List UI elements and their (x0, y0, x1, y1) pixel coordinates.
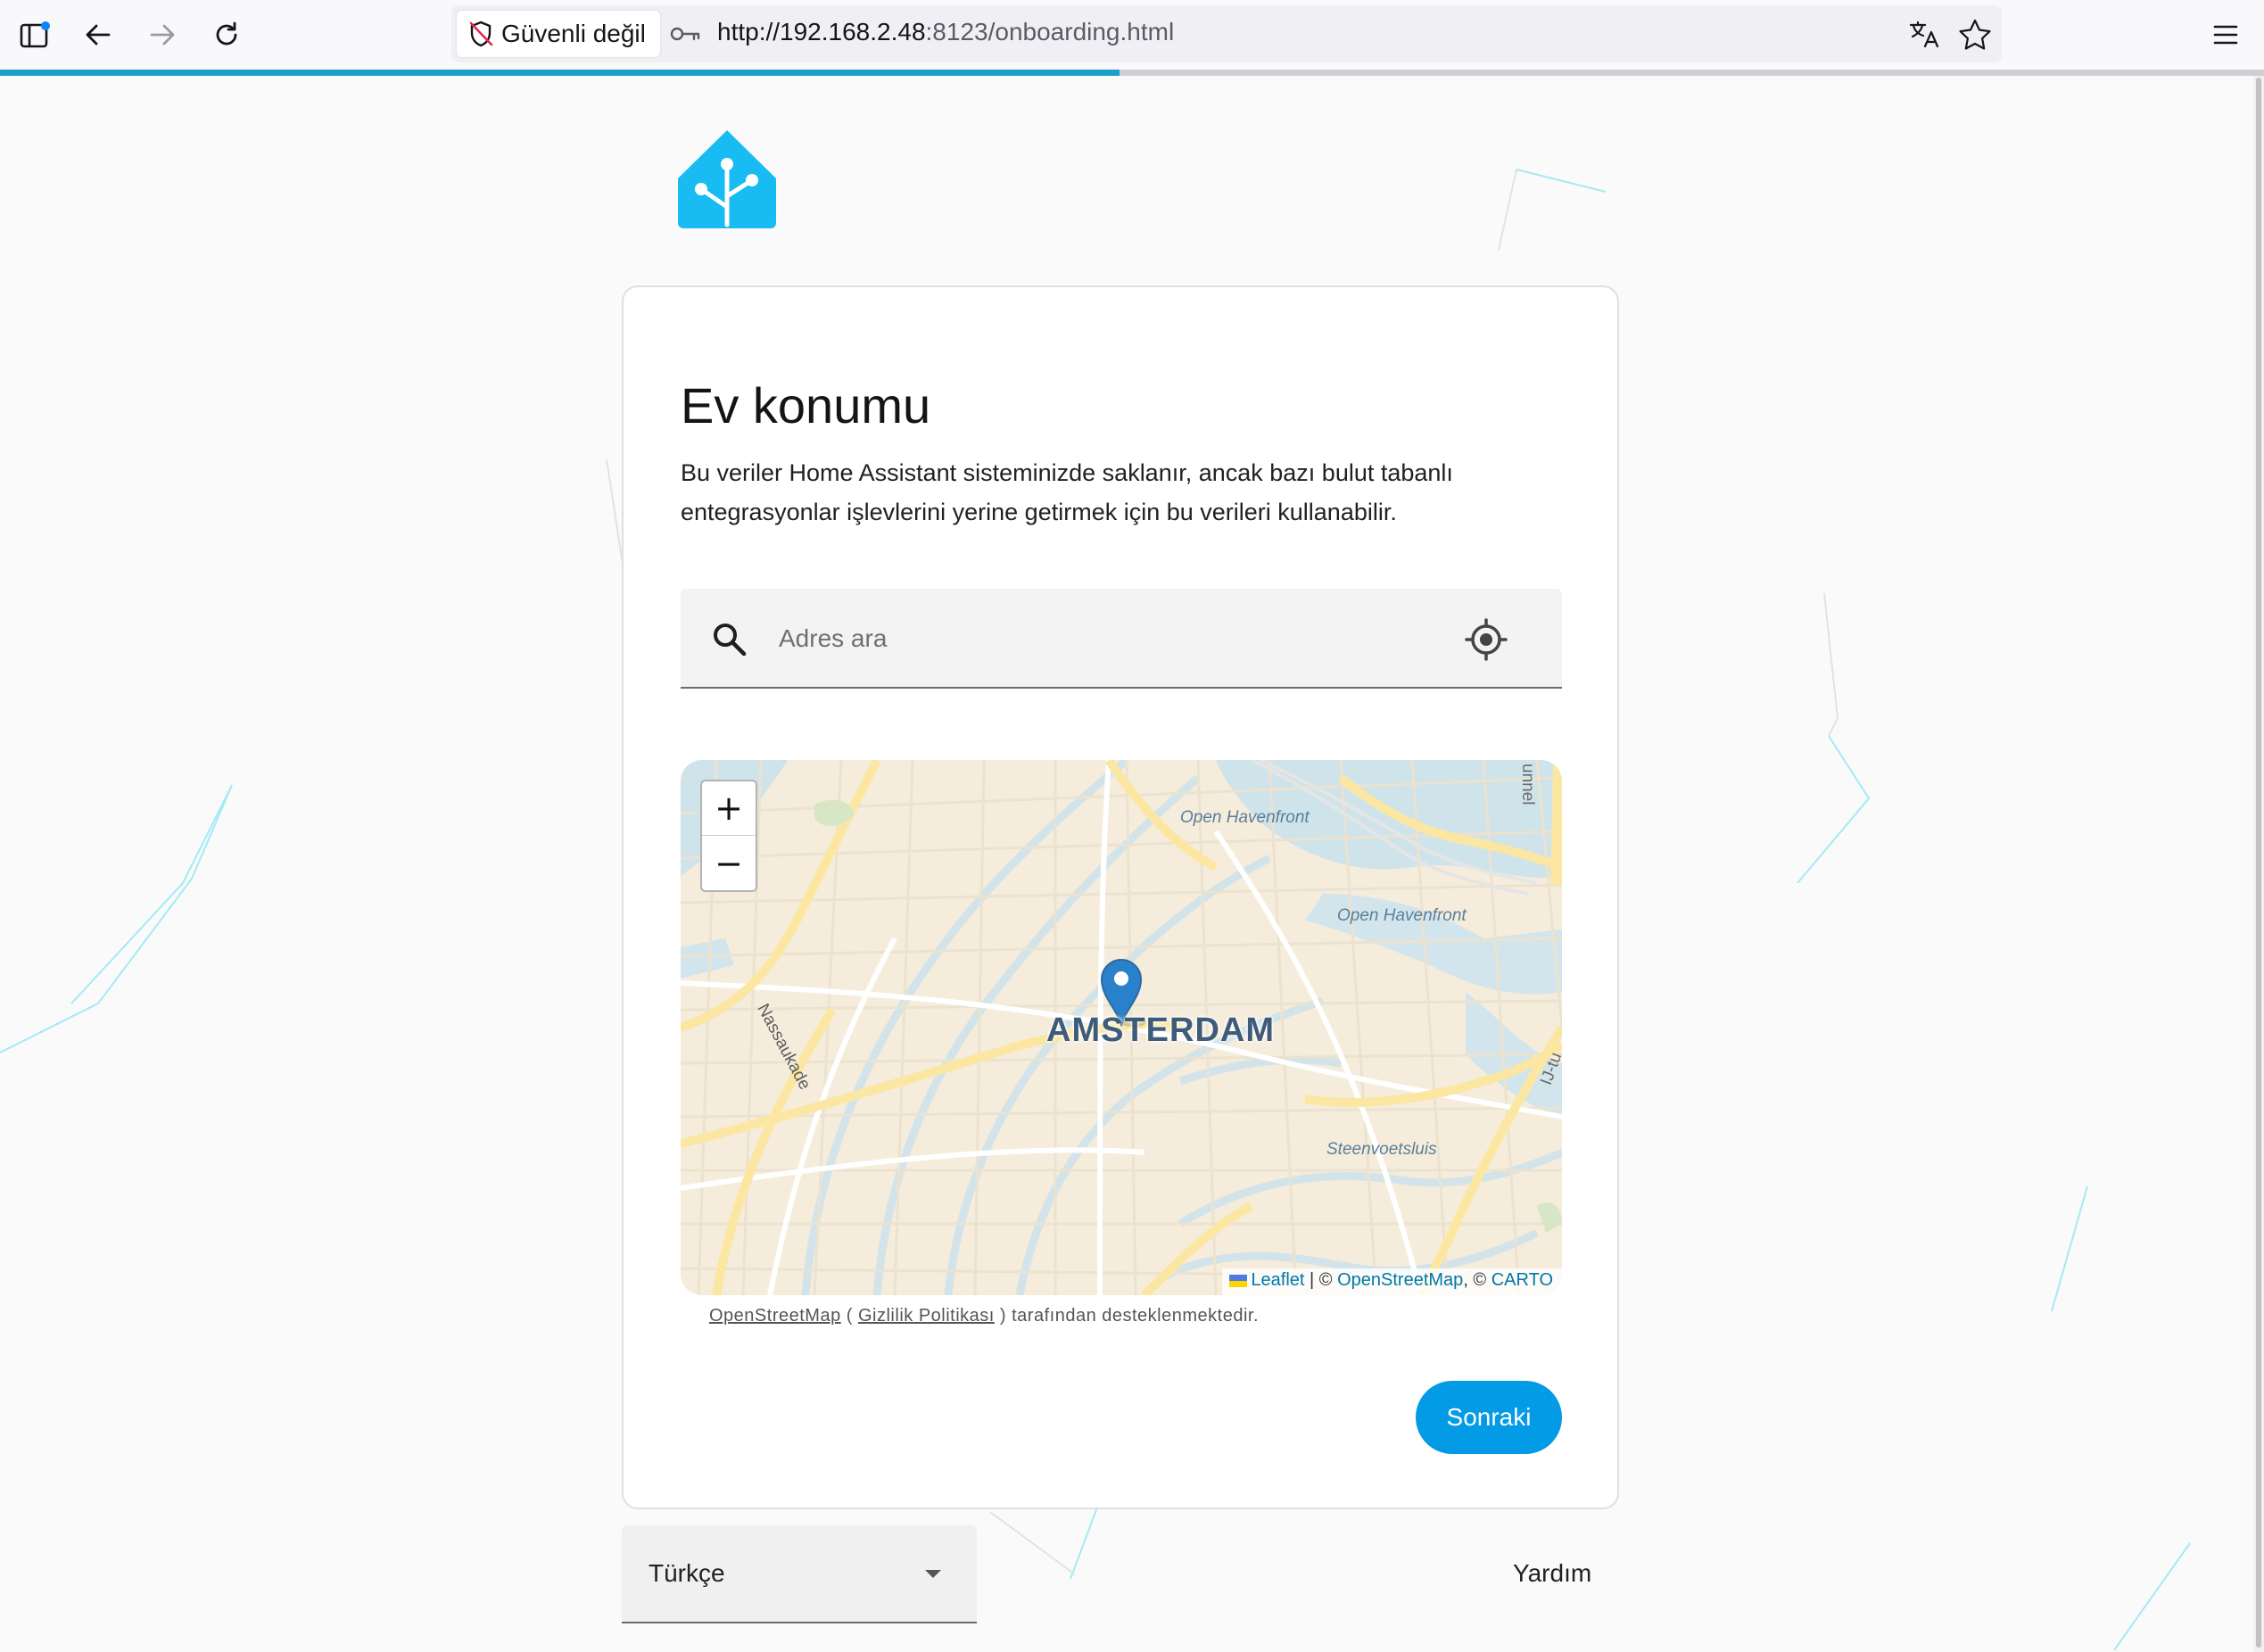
page-load-progress-fill (0, 70, 1120, 76)
map-city-label: AMSTERDAM (1046, 1012, 1275, 1049)
language-select-value: Türkçe (649, 1559, 725, 1587)
ukraine-flag-icon (1229, 1274, 1248, 1287)
address-search-input[interactable] (779, 612, 1403, 665)
bookmark-star-icon[interactable] (1957, 18, 1993, 50)
leaflet-link[interactable]: Leaflet (1251, 1270, 1304, 1290)
page-description: Bu veriler Home Assistant sisteminizde s… (681, 459, 1453, 525)
attribution-separator: , © (1463, 1270, 1491, 1290)
openstreetmap-link[interactable]: OpenStreetMap (1337, 1270, 1463, 1290)
osm-note-text: ) tarafından desteklenmektedir. (994, 1306, 1259, 1326)
home-assistant-logo (674, 125, 780, 230)
security-indicator[interactable]: Güvenli değil (457, 11, 660, 57)
map-label-havenfront: Open Havenfront (1180, 808, 1310, 827)
carto-link[interactable]: CARTO (1491, 1270, 1553, 1290)
map-label-steenvoetsluis: Steenvoetsluis (1326, 1140, 1437, 1159)
shield-icon (469, 21, 493, 47)
map-zoom-control: + − (700, 780, 757, 892)
translate-icon[interactable] (1907, 18, 1943, 50)
zoom-in-button[interactable]: + (702, 781, 756, 836)
address-search-field[interactable] (681, 589, 1562, 689)
osm-note-paren: ( (840, 1306, 858, 1326)
onboarding-card: Ev konumu Bu veriler Home Assistant sist… (622, 285, 1619, 1509)
security-label: Güvenli değil (501, 20, 646, 47)
url-path: :8123/onboarding.html (925, 18, 1175, 45)
language-select[interactable]: Türkçe (622, 1525, 977, 1623)
my-location-icon[interactable] (1464, 617, 1508, 662)
location-map[interactable]: + − Open Havenfront Open Havenfront Stee… (681, 760, 1562, 1295)
dropdown-arrow-icon (925, 1570, 941, 1578)
map-label-tunnel: unnel (1518, 764, 1537, 805)
forward-icon[interactable] (140, 12, 185, 57)
page-scrollbar[interactable] (2253, 76, 2264, 1652)
map-attribution: Leaflet | © OpenStreetMap, © CARTO (1222, 1268, 1562, 1295)
reload-icon[interactable] (204, 12, 249, 57)
privacy-policy-link[interactable]: Gizlilik Politikası (858, 1306, 995, 1326)
menu-icon[interactable] (2203, 12, 2248, 57)
zoom-out-button[interactable]: − (702, 836, 756, 890)
page-load-progress (0, 70, 2264, 76)
url-text[interactable]: http://192.168.2.48:8123/onboarding.html (717, 18, 1174, 46)
osm-note: OpenStreetMap ( Gizlilik Politikası ) ta… (709, 1306, 1259, 1326)
url-host: http://192.168.2.48 (717, 18, 926, 45)
sidebar-toggle-icon[interactable] (12, 12, 57, 57)
scrollbar-thumb[interactable] (2256, 78, 2261, 1648)
back-icon[interactable] (76, 12, 120, 57)
page-title: Ev konumu (681, 377, 931, 434)
key-icon[interactable] (667, 18, 703, 50)
address-bar[interactable]: Güvenli değil http://192.168.2.48:8123/o… (451, 5, 2002, 62)
map-label-havenfront: Open Havenfront (1337, 906, 1467, 925)
browser-toolbar: Güvenli değil http://192.168.2.48:8123/o… (0, 0, 2264, 70)
osm-note-link[interactable]: OpenStreetMap (709, 1306, 841, 1326)
next-button[interactable]: Sonraki (1416, 1381, 1562, 1454)
search-icon (714, 624, 747, 657)
attribution-separator: | © (1304, 1270, 1338, 1290)
help-link[interactable]: Yardım (1513, 1559, 1591, 1588)
